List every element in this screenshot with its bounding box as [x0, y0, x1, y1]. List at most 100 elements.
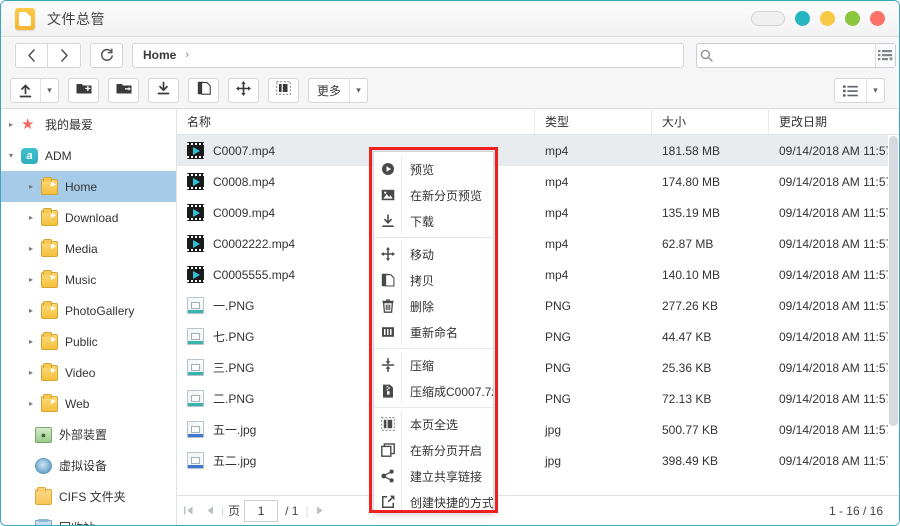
sidebar-item-label: Music	[65, 272, 97, 287]
menu-item-rename[interactable]: 重新命名	[374, 319, 493, 345]
sidebar-item-外部装置[interactable]: ● 外部装置	[1, 419, 176, 450]
copy-button[interactable]	[188, 78, 219, 103]
window-title: 文件总管	[47, 10, 105, 27]
video-file-icon	[187, 173, 204, 190]
sidebar-item-我的最爱[interactable]: ▸ ★ 我的最爱	[1, 109, 176, 140]
file-list-scrollbar[interactable]	[888, 135, 899, 497]
download-button[interactable]	[148, 78, 179, 103]
download-icon	[374, 214, 401, 228]
column-header-date[interactable]: 更改日期	[769, 109, 897, 134]
chevron-down-icon[interactable]: ▾	[40, 79, 58, 102]
select-all-button[interactable]	[268, 78, 299, 103]
table-row[interactable]: 五一.jpg jpg 500.77 KB 09/14/2018 AM 11:57	[177, 414, 899, 445]
menu-item-archive[interactable]: 压缩成C0007.7z	[374, 378, 493, 404]
menu-item-compress[interactable]: 压缩	[374, 352, 493, 378]
table-row[interactable]: 七.PNG PNG 44.47 KB 09/14/2018 AM 11:57	[177, 321, 899, 352]
new-folder-button[interactable]	[68, 78, 99, 103]
sidebar-item-adm[interactable]: ▾ a ADM	[1, 140, 176, 171]
menu-item-play-circle[interactable]: 预览	[374, 156, 493, 182]
next-page-button[interactable]	[309, 500, 331, 522]
menu-item-new-tab[interactable]: 在新分页开启	[374, 437, 493, 463]
sidebar-item-web[interactable]: ▸ Web	[1, 388, 176, 419]
status-divider: |	[221, 503, 225, 518]
forward-button[interactable]	[48, 42, 81, 68]
table-row[interactable]: 五二.jpg jpg 398.49 KB 09/14/2018 AM 11:57	[177, 445, 899, 476]
chevron-right-icon[interactable]: ▸	[29, 337, 41, 346]
menu-item-trash[interactable]: 删除	[374, 293, 493, 319]
column-header-size[interactable]: 大小	[652, 109, 769, 134]
table-row[interactable]: C0009.mp4 mp4 135.19 MB 09/14/2018 AM 11:57	[177, 197, 899, 228]
chevron-down-icon[interactable]: ▾	[866, 79, 884, 102]
scrollbar-thumb[interactable]	[889, 136, 898, 426]
file-size-cell: 277.26 KB	[662, 298, 719, 313]
fullscreen-button[interactable]	[845, 11, 860, 26]
sidebar-item-cifs-文件夹[interactable]: CIFS 文件夹	[1, 481, 176, 512]
table-row[interactable]: C0007.mp4 mp4 181.58 MB 09/14/2018 AM 11:57	[177, 135, 899, 166]
search-box[interactable]	[696, 42, 896, 68]
sidebar-item-label: Download	[65, 210, 119, 225]
breadcrumb[interactable]: Home ›	[132, 42, 684, 68]
chevron-right-icon[interactable]: ▸	[29, 213, 41, 222]
chevron-right-icon[interactable]: ▸	[29, 275, 41, 284]
file-name-label: C0008.mp4	[213, 174, 276, 189]
menu-item-label: 本页全选	[401, 411, 493, 437]
file-type-cell: mp4	[545, 143, 569, 158]
page-total: / 1	[285, 503, 299, 518]
sidebar-item-music[interactable]: ▸ Music	[1, 264, 176, 295]
close-button[interactable]	[870, 11, 885, 26]
sidebar-item-回收站[interactable]: 回收站	[1, 512, 176, 525]
menu-item-image[interactable]: 在新分页预览	[374, 182, 493, 208]
restore-button[interactable]	[795, 11, 810, 26]
chevron-down-icon[interactable]: ▾	[9, 151, 21, 160]
page-input[interactable]	[244, 499, 279, 522]
table-row[interactable]: C0002222.mp4 mp4 62.87 MB 09/14/2018 AM 11:…	[177, 228, 899, 259]
sidebar-item-video[interactable]: ▸ Video	[1, 357, 176, 388]
chevron-right-icon[interactable]: ▸	[29, 306, 41, 315]
search-input[interactable]	[715, 43, 875, 67]
column-header-name[interactable]: 名称	[177, 109, 535, 134]
folder-share-button[interactable]	[108, 78, 139, 103]
folder-arrow-icon	[116, 81, 132, 100]
menu-item-move[interactable]: 移动	[374, 241, 493, 267]
column-header-type[interactable]: 类型	[535, 109, 652, 134]
view-mode-button[interactable]: ▾	[834, 78, 885, 103]
folder-shared-icon	[41, 393, 58, 412]
maximize-button[interactable]	[820, 11, 835, 26]
menu-item-copy[interactable]: 拷贝	[374, 267, 493, 293]
chevron-down-icon[interactable]: ▾	[349, 79, 367, 102]
chevron-right-icon[interactable]: ▸	[9, 120, 21, 129]
compress-icon	[374, 358, 401, 372]
menu-item-shortcut[interactable]: 创建快捷的方式	[374, 489, 493, 512]
back-button[interactable]	[15, 42, 48, 68]
chevron-right-icon[interactable]: ▸	[29, 182, 41, 191]
more-button[interactable]: 更多 ▾	[308, 78, 369, 103]
refresh-button[interactable]	[90, 42, 123, 68]
table-row[interactable]: C0008.mp4 mp4 174.80 MB 09/14/2018 AM 11:57	[177, 166, 899, 197]
chevron-right-icon[interactable]: ▸	[29, 399, 41, 408]
breadcrumb-item-home[interactable]: Home	[143, 48, 176, 62]
sidebar-item-download[interactable]: ▸ Download	[1, 202, 176, 233]
upload-button[interactable]: ▾	[10, 78, 59, 103]
menu-item-download[interactable]: 下载	[374, 208, 493, 234]
file-type-cell: PNG	[545, 391, 572, 406]
sidebar-item-home[interactable]: ▸ Home	[1, 171, 176, 202]
status-bar: | 页 / 1 | 1 - 16 / 16	[177, 495, 899, 525]
sidebar-item-media[interactable]: ▸ Media	[1, 233, 176, 264]
sidebar-item-photogallery[interactable]: ▸ PhotoGallery	[1, 295, 176, 326]
first-page-button[interactable]	[177, 500, 199, 522]
move-button[interactable]	[228, 78, 259, 103]
chevron-right-icon[interactable]: ▸	[29, 368, 41, 377]
table-row[interactable]: 一.PNG PNG 277.26 KB 09/14/2018 AM 11:57	[177, 290, 899, 321]
menu-item-share[interactable]: 建立共享链接	[374, 463, 493, 489]
sidebar-item-public[interactable]: ▸ Public	[1, 326, 176, 357]
minimize-button[interactable]	[751, 11, 785, 26]
search-filter-button[interactable]	[874, 43, 895, 67]
sidebar-item-虚拟设备[interactable]: 虚拟设备	[1, 450, 176, 481]
table-row[interactable]: 二.PNG PNG 72.13 KB 09/14/2018 AM 11:57	[177, 383, 899, 414]
table-row[interactable]: C0005555.mp4 mp4 140.10 MB 09/14/2018 AM 11…	[177, 259, 899, 290]
menu-item-select-all[interactable]: 本页全选	[374, 411, 493, 437]
menu-item-label: 在新分页开启	[401, 437, 493, 463]
prev-page-button[interactable]	[199, 500, 221, 522]
table-row[interactable]: 三.PNG PNG 25.36 KB 09/14/2018 AM 11:57	[177, 352, 899, 383]
chevron-right-icon[interactable]: ▸	[29, 244, 41, 253]
